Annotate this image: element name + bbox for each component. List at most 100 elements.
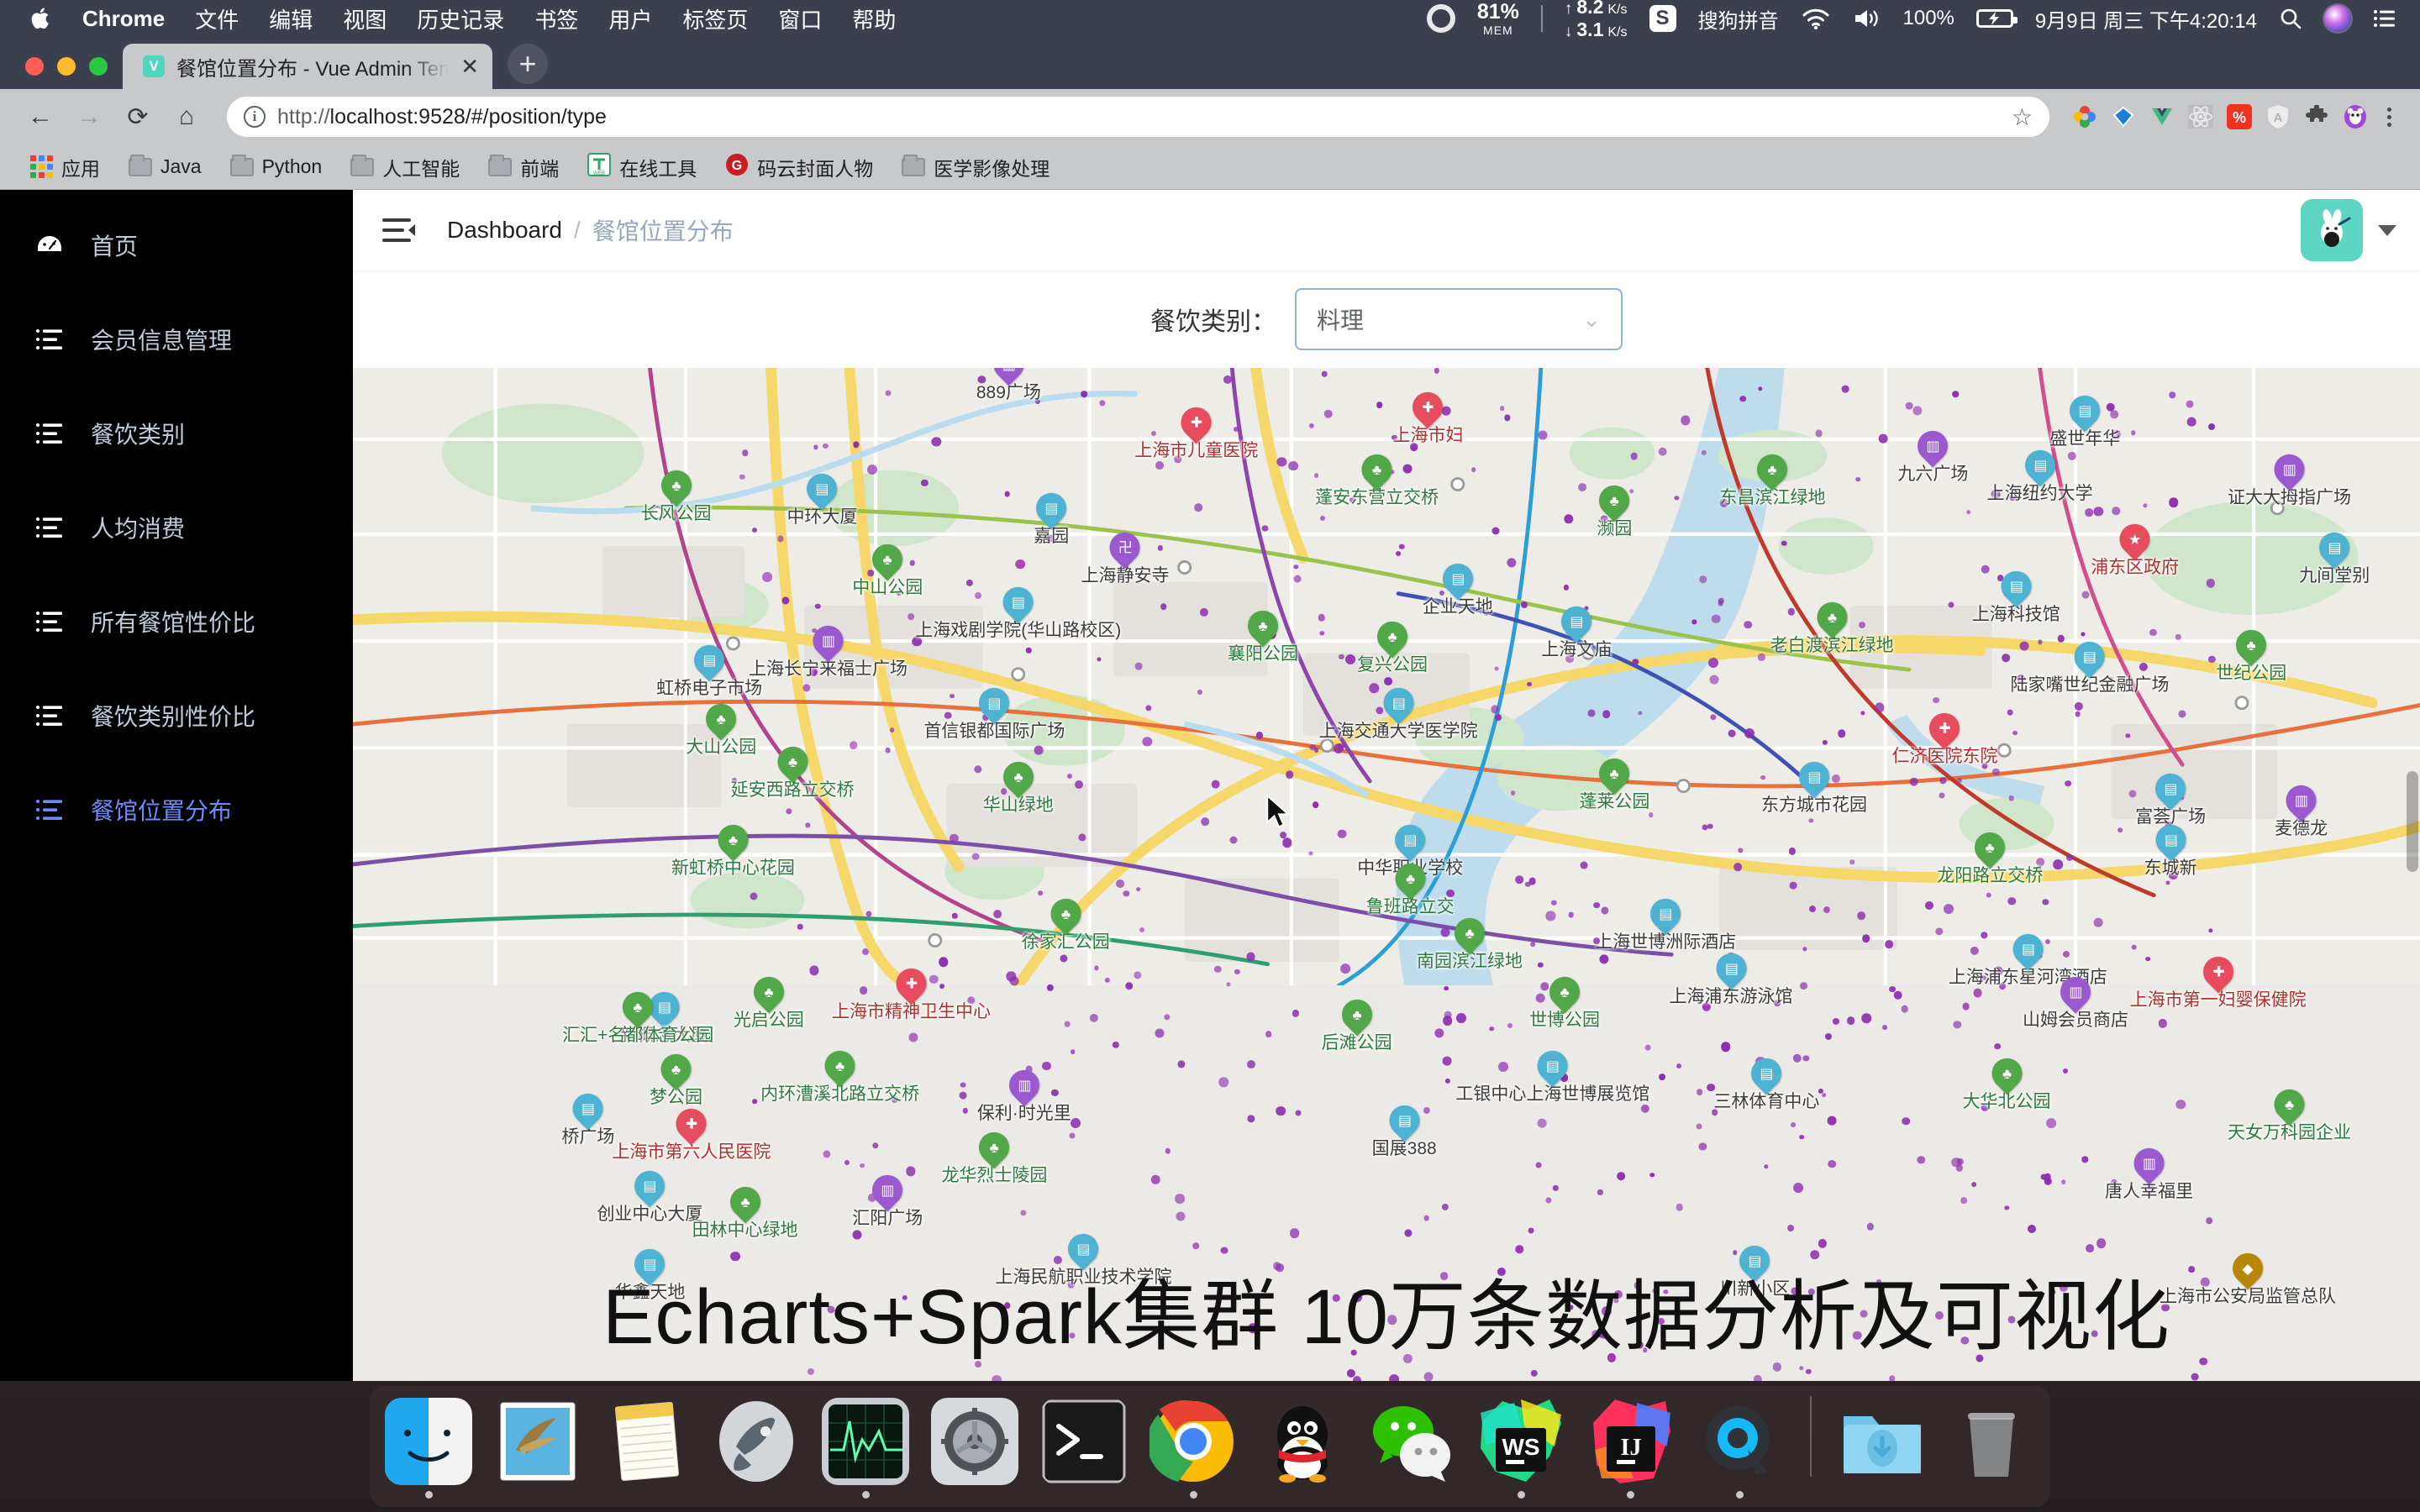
wifi-icon[interactable] bbox=[1801, 8, 1831, 29]
map-poi[interactable]: ▤ 企业天地 bbox=[1423, 557, 1493, 617]
map-poi[interactable]: ▥ 九六广场 bbox=[1897, 424, 1968, 485]
sidebar-item-restaurant-position[interactable]: 餐馆位置分布 bbox=[0, 763, 353, 857]
map-poi[interactable]: ▤ 桥广场 bbox=[561, 1087, 614, 1147]
map-poi[interactable]: ♣ 大华北公园 bbox=[1963, 1052, 2051, 1112]
bookmark-medical-imaging[interactable]: 医学影像处理 bbox=[892, 150, 1060, 185]
dock-item-quicktime[interactable] bbox=[1692, 1398, 1786, 1499]
dock-item-qq[interactable] bbox=[1255, 1398, 1349, 1499]
bookmark-apps[interactable]: 应用 bbox=[20, 150, 110, 185]
menubar-clock[interactable]: 9月9日 周三 下午4:20:14 bbox=[2035, 4, 2257, 34]
map-poi[interactable]: ♣ 南园滨江绿地 bbox=[1417, 911, 1523, 972]
map-poi[interactable]: ♣ 天女万科园企业 bbox=[2228, 1083, 2351, 1143]
sidebar-item-home[interactable]: 首页 bbox=[0, 198, 353, 292]
map-poi[interactable]: ▤ 三林体育中心 bbox=[1713, 1052, 1819, 1112]
user-menu[interactable] bbox=[2301, 199, 2396, 261]
browser-tab[interactable]: V 餐馆位置分布 - Vue Admin Temp ✕ bbox=[123, 44, 492, 89]
dock-item-notes[interactable] bbox=[600, 1398, 694, 1499]
breadcrumb-dashboard[interactable]: Dashboard bbox=[447, 217, 562, 244]
hamburger-collapse-icon[interactable] bbox=[381, 215, 417, 245]
dock-item-chrome[interactable] bbox=[1146, 1398, 1240, 1499]
chrome-menu-button[interactable] bbox=[2379, 107, 2400, 127]
menubar-item-history[interactable]: 历史记录 bbox=[417, 3, 504, 34]
battery-icon[interactable] bbox=[1975, 9, 2018, 28]
spotlight-search-icon[interactable] bbox=[2279, 7, 2302, 30]
dock-item-terminal[interactable] bbox=[1037, 1398, 1131, 1499]
dock-item-trash[interactable] bbox=[1944, 1398, 2039, 1499]
menubar-item-help[interactable]: 帮助 bbox=[852, 3, 896, 34]
map-poi[interactable]: ♣ 徐家汇公园 bbox=[1022, 892, 1110, 953]
bookmark-gitee[interactable]: G 码云封面人物 bbox=[715, 150, 883, 185]
map-poi[interactable]: ♣ 老白渡滨江绿地 bbox=[1770, 596, 1894, 656]
map-poi[interactable]: ✚ 上海市儿童医院 bbox=[1134, 401, 1258, 461]
map-poi[interactable]: ▤ 富荟广场 bbox=[2135, 767, 2206, 827]
percent-icon[interactable]: % bbox=[2224, 102, 2254, 132]
map-poi[interactable]: ▤ 上海世博洲际酒店 bbox=[1595, 892, 1736, 953]
map-poi[interactable]: ▤ 上海戏剧学院(华山路校区) bbox=[915, 580, 1121, 641]
map-poi[interactable]: ▤ 国展388 bbox=[1372, 1098, 1437, 1158]
map-poi[interactable]: ▤ 东城新 bbox=[2144, 818, 2197, 878]
back-button[interactable]: ← bbox=[20, 97, 60, 137]
new-tab-button[interactable]: + bbox=[508, 44, 548, 84]
map-poi[interactable]: ♣ 鲁班路立交 bbox=[1366, 857, 1455, 917]
map-poi[interactable]: ✚ 上海市精神卫生中心 bbox=[832, 962, 991, 1022]
menubar-item-window[interactable]: 窗口 bbox=[778, 3, 822, 34]
map-poi[interactable]: ▤ 首信银都国际广场 bbox=[923, 681, 1065, 742]
control-center-icon[interactable] bbox=[2373, 8, 2396, 29]
puzzle-icon[interactable] bbox=[2302, 102, 2332, 132]
map-poi[interactable]: ▥ 证大大拇指广场 bbox=[2228, 448, 2351, 508]
close-window-button[interactable] bbox=[25, 57, 44, 76]
page-scrollbar[interactable] bbox=[2407, 771, 2418, 872]
avatar[interactable] bbox=[2301, 199, 2363, 261]
map-poi[interactable]: ✚ 上海市第六人民医院 bbox=[612, 1102, 771, 1163]
maximize-window-button[interactable] bbox=[89, 57, 108, 76]
chevron-down-icon[interactable]: ⌄ bbox=[1582, 307, 1601, 333]
map-poi[interactable]: ▥ 汇阳广场 bbox=[852, 1168, 923, 1229]
bookmark-online-tools[interactable]: WEB 在线工具 bbox=[577, 150, 707, 185]
google-photos-icon[interactable] bbox=[2070, 102, 2100, 132]
vue-devtools-icon[interactable] bbox=[2147, 102, 2177, 132]
sogou-ime-icon[interactable]: S bbox=[1649, 5, 1676, 32]
dock-item-mail[interactable] bbox=[491, 1398, 585, 1499]
forward-button[interactable]: → bbox=[69, 97, 109, 137]
map-poi[interactable]: ♣ 蓬莱公园 bbox=[1579, 752, 1649, 812]
map-poi[interactable]: 卍上海静安寺 bbox=[1081, 526, 1169, 586]
menubar-item-file[interactable]: 文件 bbox=[195, 3, 239, 34]
map-poi[interactable]: ▤ 九间堂别 bbox=[2299, 526, 2370, 586]
map-poi[interactable]: ♣ 梦公园 bbox=[650, 1047, 702, 1108]
map-poi[interactable]: ▤ 上海民航职业技术学院 bbox=[995, 1227, 1171, 1288]
map-poi[interactable]: ♣ 华山绿地 bbox=[983, 755, 1054, 816]
map-poi[interactable]: ▤ 虹桥电子市场 bbox=[656, 638, 762, 699]
map-poi[interactable]: ▤ 嘉园 bbox=[1029, 486, 1073, 547]
home-button[interactable]: ⌂ bbox=[166, 97, 207, 137]
map-poi[interactable]: ♣ 长风公园 bbox=[641, 463, 712, 523]
bookmark-java[interactable]: Java bbox=[118, 152, 212, 181]
map-poi[interactable]: ♣ 汇汇+名都体育公园 bbox=[562, 985, 713, 1046]
map-poi[interactable]: ▥ 山姆会员商店 bbox=[2023, 969, 2128, 1030]
bookmark-star-icon[interactable]: ☆ bbox=[2012, 103, 2033, 131]
map-poi[interactable]: ▤ 创业中心大厦 bbox=[597, 1164, 702, 1225]
map-poi[interactable]: ★ 浦东区政府 bbox=[2091, 517, 2179, 578]
map-poi[interactable]: ♣ 内环漕溪北路立交桥 bbox=[760, 1044, 919, 1105]
memory-usage-status[interactable]: 81% MEM bbox=[1477, 1, 1519, 36]
map-poi[interactable]: ▤ 华鑫天地 bbox=[614, 1242, 685, 1303]
map-poi[interactable]: ▤ 盛世年华 bbox=[2049, 389, 2120, 449]
map-poi[interactable]: ♣ 龙华烈士陵园 bbox=[941, 1126, 1047, 1186]
dock-item-finder[interactable] bbox=[381, 1398, 476, 1499]
map-poi[interactable]: ▥ 麦德龙 bbox=[2275, 779, 2328, 839]
menubar-item-tab[interactable]: 标签页 bbox=[682, 3, 748, 34]
menubar-item-profiles[interactable]: 用户 bbox=[608, 3, 652, 34]
sidebar-item-all-restaurant-value[interactable]: 所有餐馆性价比 bbox=[0, 575, 353, 669]
map-poi[interactable]: ♣ 光启公园 bbox=[734, 969, 804, 1030]
dock-item-intellij-idea[interactable]: IJ bbox=[1583, 1398, 1677, 1499]
address-bar[interactable]: i http://localhost:9528/#/position/type … bbox=[227, 97, 2049, 137]
dock-item-webstorm[interactable]: WS bbox=[1474, 1398, 1568, 1499]
map-poi[interactable]: ♣ 中山公园 bbox=[852, 538, 923, 598]
map-poi[interactable]: ▥ 唐人幸福里 bbox=[2105, 1142, 2193, 1201]
bookmark-python[interactable]: Python bbox=[220, 152, 333, 181]
diamond-icon[interactable] bbox=[2108, 102, 2139, 132]
map-poi[interactable]: ♣ 东昌滨江绿地 bbox=[1719, 448, 1825, 508]
sidebar-item-average-consumption[interactable]: 人均消费 bbox=[0, 480, 353, 575]
map-poi[interactable]: ♣ 复兴公园 bbox=[1357, 615, 1428, 675]
map-poi[interactable]: ♣ 田林中心绿地 bbox=[692, 1180, 798, 1241]
map-poi[interactable]: ▥889广场 bbox=[976, 368, 1041, 403]
